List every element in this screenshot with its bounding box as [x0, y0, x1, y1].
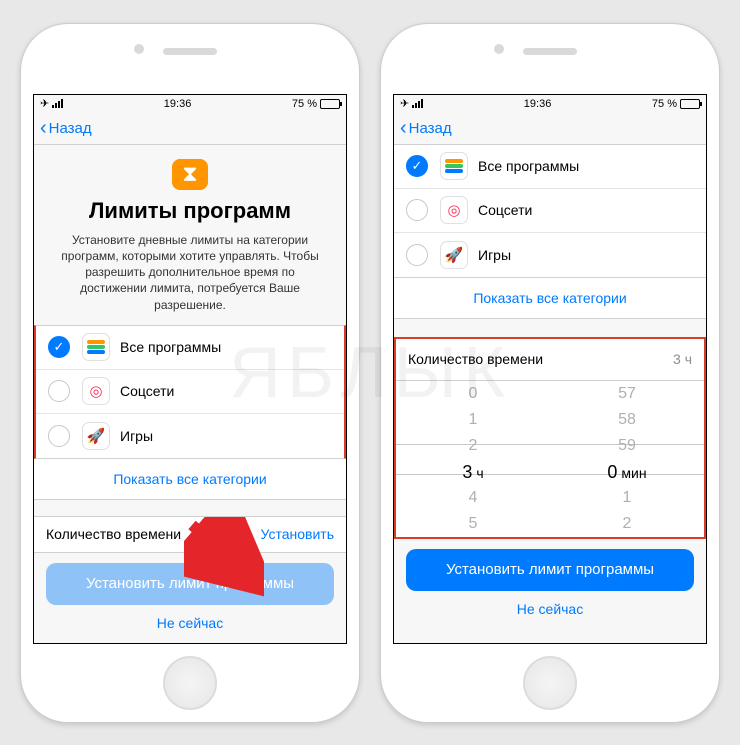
social-icon: ◎ — [82, 377, 110, 405]
back-label: Назад — [409, 120, 452, 137]
category-label: Все программы — [120, 339, 221, 355]
category-label: Соцсети — [478, 202, 532, 218]
content-area: ⧗ Лимиты программ Установите дневные лим… — [34, 145, 346, 643]
home-button[interactable] — [523, 656, 577, 710]
chevron-left-icon: ‹ — [400, 118, 407, 138]
picker-hours[interactable]: 0 1 2 3ч 4 5 — [396, 381, 550, 537]
all-apps-icon — [440, 152, 468, 180]
category-label: Игры — [478, 247, 511, 263]
category-row-social[interactable]: ◎ Соцсети — [394, 189, 706, 233]
battery-icon — [680, 99, 700, 109]
bottom-actions: Установить лимит программы Не сейчас — [394, 539, 706, 629]
category-label: Игры — [120, 428, 153, 444]
radio-unchecked-icon — [406, 199, 428, 221]
time-picker-highlight: Количество времени 3 ч 0 1 2 3ч 4 5 — [394, 337, 706, 539]
status-time: 19:36 — [164, 98, 192, 110]
battery-percent: 75 % — [292, 98, 317, 110]
category-row-all[interactable]: ✓ Все программы — [36, 326, 344, 370]
category-list: ✓ Все программы ◎ Соцсети 🚀 Игры — [394, 145, 706, 278]
screen-right: ✈ 19:36 75 % ‹ Назад ✓ Вс — [393, 94, 707, 644]
not-now-link[interactable]: Не сейчас — [157, 611, 223, 635]
category-row-social[interactable]: ◎ Соцсети — [36, 370, 344, 414]
show-all-link[interactable]: Показать все категории — [34, 459, 346, 500]
battery-percent: 75 % — [652, 98, 677, 110]
wifi-icon — [412, 99, 423, 108]
radio-checked-icon: ✓ — [406, 155, 428, 177]
time-amount-row[interactable]: Количество времени Установить — [34, 516, 346, 553]
social-icon: ◎ — [440, 196, 468, 224]
set-time-link[interactable]: Установить — [261, 526, 334, 542]
time-value: 3 ч — [673, 351, 692, 367]
category-list: ✓ Все программы ◎ Соцсети 🚀 Игры — [34, 325, 346, 459]
category-label: Все программы — [478, 158, 579, 174]
set-limit-button[interactable]: Установить лимит программы — [406, 549, 694, 591]
radio-unchecked-icon — [48, 380, 70, 402]
wifi-icon — [52, 99, 63, 108]
category-row-games[interactable]: 🚀 Игры — [394, 233, 706, 277]
screen-left: ✈ 19:36 75 % ‹ Назад ⧗ Лимиты программ У… — [33, 94, 347, 644]
category-row-all[interactable]: ✓ Все программы — [394, 145, 706, 189]
show-all-link[interactable]: Показать все категории — [394, 278, 706, 319]
picker-minutes[interactable]: 57 58 59 0мин 1 2 — [550, 381, 704, 537]
status-time: 19:36 — [524, 98, 552, 110]
set-limit-button[interactable]: Установить лимит программы — [46, 563, 334, 605]
status-bar: ✈ 19:36 75 % — [394, 95, 706, 113]
time-amount-row[interactable]: Количество времени 3 ч — [396, 339, 704, 381]
time-picker[interactable]: 0 1 2 3ч 4 5 57 58 59 0мин 1 2 — [396, 381, 704, 537]
status-bar: ✈ 19:36 75 % — [34, 95, 346, 113]
back-label: Назад — [49, 120, 92, 137]
radio-checked-icon: ✓ — [48, 336, 70, 358]
radio-unchecked-icon — [406, 244, 428, 266]
nav-bar: ‹ Назад — [394, 113, 706, 145]
nav-bar: ‹ Назад — [34, 113, 346, 145]
category-label: Соцсети — [120, 383, 174, 399]
page-description: Установите дневные лимиты на категории п… — [34, 232, 346, 313]
games-icon: 🚀 — [440, 241, 468, 269]
not-now-link[interactable]: Не сейчас — [517, 597, 583, 621]
radio-unchecked-icon — [48, 425, 70, 447]
phone-right: ✈ 19:36 75 % ‹ Назад ✓ Вс — [380, 23, 720, 723]
back-button[interactable]: ‹ Назад — [400, 118, 452, 138]
all-apps-icon — [82, 333, 110, 361]
battery-icon — [320, 99, 340, 109]
time-label: Количество времени — [46, 526, 181, 542]
content-area: ✓ Все программы ◎ Соцсети 🚀 Игры П — [394, 145, 706, 643]
time-label: Количество времени — [408, 351, 543, 367]
games-icon: 🚀 — [82, 422, 110, 450]
category-row-games[interactable]: 🚀 Игры — [36, 414, 344, 458]
airplane-icon: ✈ — [400, 97, 409, 110]
page-title: Лимиты программ — [34, 198, 346, 224]
bottom-actions: Установить лимит программы Не сейчас — [34, 553, 346, 643]
home-button[interactable] — [163, 656, 217, 710]
hourglass-icon: ⧗ — [172, 159, 208, 190]
phone-left: ✈ 19:36 75 % ‹ Назад ⧗ Лимиты программ У… — [20, 23, 360, 723]
chevron-left-icon: ‹ — [40, 118, 47, 138]
airplane-icon: ✈ — [40, 97, 49, 110]
back-button[interactable]: ‹ Назад — [40, 118, 92, 138]
